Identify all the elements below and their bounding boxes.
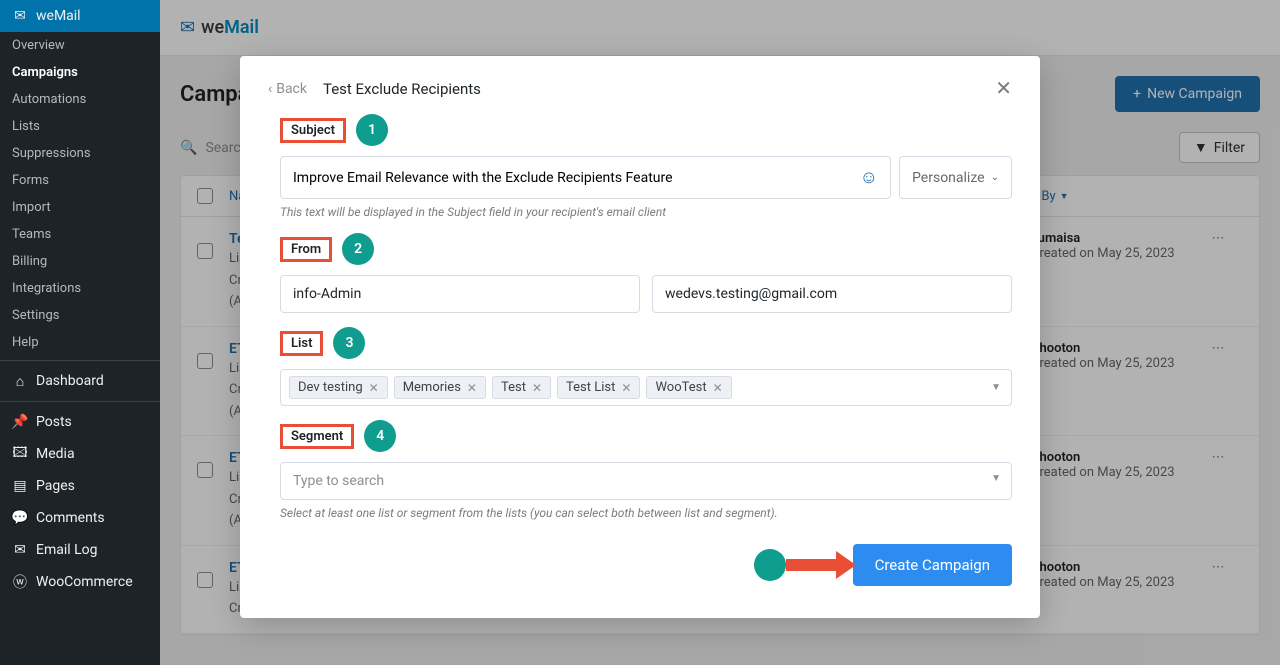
sidebar-sub-billing[interactable]: Billing	[0, 248, 160, 275]
media-icon: 🖾	[12, 446, 28, 462]
create-campaign-modal: ‹ Back Test Exclude Recipients ✕ Subject…	[240, 56, 1040, 618]
sidebar-sub-lists[interactable]: Lists	[0, 113, 160, 140]
annotation-badge-1: 1	[356, 114, 388, 146]
sidebar-item-label: Pages	[36, 478, 75, 494]
woo-icon: ⓦ	[12, 574, 28, 590]
back-link[interactable]: ‹ Back	[268, 81, 307, 97]
sidebar-item-emaillog[interactable]: ✉ Email Log	[0, 534, 160, 566]
sidebar-item-wemail[interactable]: ✉ weMail	[0, 0, 160, 32]
subject-input[interactable]: Improve Email Relevance with the Exclude…	[280, 156, 891, 199]
annotation-badge-3: 3	[333, 327, 365, 359]
sidebar-sub-suppressions[interactable]: Suppressions	[0, 140, 160, 167]
label-from: From	[280, 237, 332, 262]
pin-icon: 📌	[12, 414, 28, 430]
list-tag: WooTest✕	[646, 376, 731, 399]
sidebar-item-comments[interactable]: 💬 Comments	[0, 502, 160, 534]
annotation-badge-5	[754, 549, 786, 581]
sidebar-sub-integrations[interactable]: Integrations	[0, 275, 160, 302]
create-campaign-button[interactable]: Create Campaign	[853, 544, 1012, 586]
sidebar-sub-import[interactable]: Import	[0, 194, 160, 221]
envelope-icon: ✉	[12, 542, 28, 558]
label-subject: Subject	[280, 118, 346, 143]
sidebar-sub-campaigns[interactable]: Campaigns	[0, 59, 160, 86]
sidebar-item-dashboard[interactable]: ⌂ Dashboard	[0, 365, 160, 397]
close-button[interactable]: ✕	[995, 76, 1012, 100]
chevron-down-icon: ⌄	[991, 172, 999, 183]
annotation-arrow	[754, 549, 856, 581]
list-tag: Memories✕	[394, 376, 486, 399]
remove-tag-icon[interactable]: ✕	[467, 381, 477, 395]
remove-tag-icon[interactable]: ✕	[713, 381, 723, 395]
list-tag: Test✕	[492, 376, 551, 399]
sidebar-item-media[interactable]: 🖾 Media	[0, 438, 160, 470]
sidebar-sub-settings[interactable]: Settings	[0, 302, 160, 329]
chevron-down-icon: ▼	[991, 382, 1001, 393]
from-email-input[interactable]	[652, 275, 1012, 313]
sidebar-sub-automations[interactable]: Automations	[0, 86, 160, 113]
annotation-badge-4: 4	[364, 420, 396, 452]
sidebar-sub-forms[interactable]: Forms	[0, 167, 160, 194]
personalize-button[interactable]: Personalize ⌄	[899, 156, 1012, 199]
annotation-badge-2: 2	[342, 233, 374, 265]
list-select[interactable]: Dev testing✕ Memories✕ Test✕ Test List✕ …	[280, 369, 1012, 406]
subject-help: This text will be displayed in the Subje…	[280, 205, 1012, 219]
remove-tag-icon[interactable]: ✕	[532, 381, 542, 395]
remove-tag-icon[interactable]: ✕	[621, 381, 631, 395]
sidebar-item-posts[interactable]: 📌 Posts	[0, 406, 160, 438]
from-name-input[interactable]	[280, 275, 640, 313]
sidebar-sub-help[interactable]: Help	[0, 329, 160, 356]
segment-help: Select at least one list or segment from…	[280, 506, 1012, 520]
list-tag: Dev testing✕	[289, 376, 388, 399]
page-icon: ▤	[12, 478, 28, 494]
wp-admin-sidebar: ✉ weMail Overview Campaigns Automations …	[0, 0, 160, 665]
sidebar-item-pages[interactable]: ▤ Pages	[0, 470, 160, 502]
sidebar-item-label: Dashboard	[36, 373, 104, 389]
comment-icon: 💬	[12, 510, 28, 526]
label-list: List	[280, 331, 323, 356]
sidebar-sub-overview[interactable]: Overview	[0, 32, 160, 59]
sidebar-item-label: weMail	[36, 8, 81, 24]
dashboard-icon: ⌂	[12, 373, 28, 389]
sidebar-item-label: Comments	[36, 510, 105, 526]
emoji-icon[interactable]: ☺	[860, 167, 878, 188]
sidebar-item-label: Email Log	[36, 542, 98, 558]
sidebar-item-label: WooCommerce	[36, 574, 133, 590]
list-tag: Test List✕	[557, 376, 640, 399]
segment-select[interactable]: Type to search ▼	[280, 462, 1012, 500]
mail-icon: ✉	[12, 8, 28, 24]
remove-tag-icon[interactable]: ✕	[369, 381, 379, 395]
sidebar-item-label: Media	[36, 446, 75, 462]
sidebar-item-label: Posts	[36, 414, 72, 430]
sidebar-sub-teams[interactable]: Teams	[0, 221, 160, 248]
label-segment: Segment	[280, 424, 354, 449]
chevron-down-icon: ▼	[991, 473, 1001, 484]
sidebar-item-woocommerce[interactable]: ⓦ WooCommerce	[0, 566, 160, 598]
modal-title: Test Exclude Recipients	[323, 80, 481, 98]
chevron-left-icon: ‹	[268, 81, 272, 97]
